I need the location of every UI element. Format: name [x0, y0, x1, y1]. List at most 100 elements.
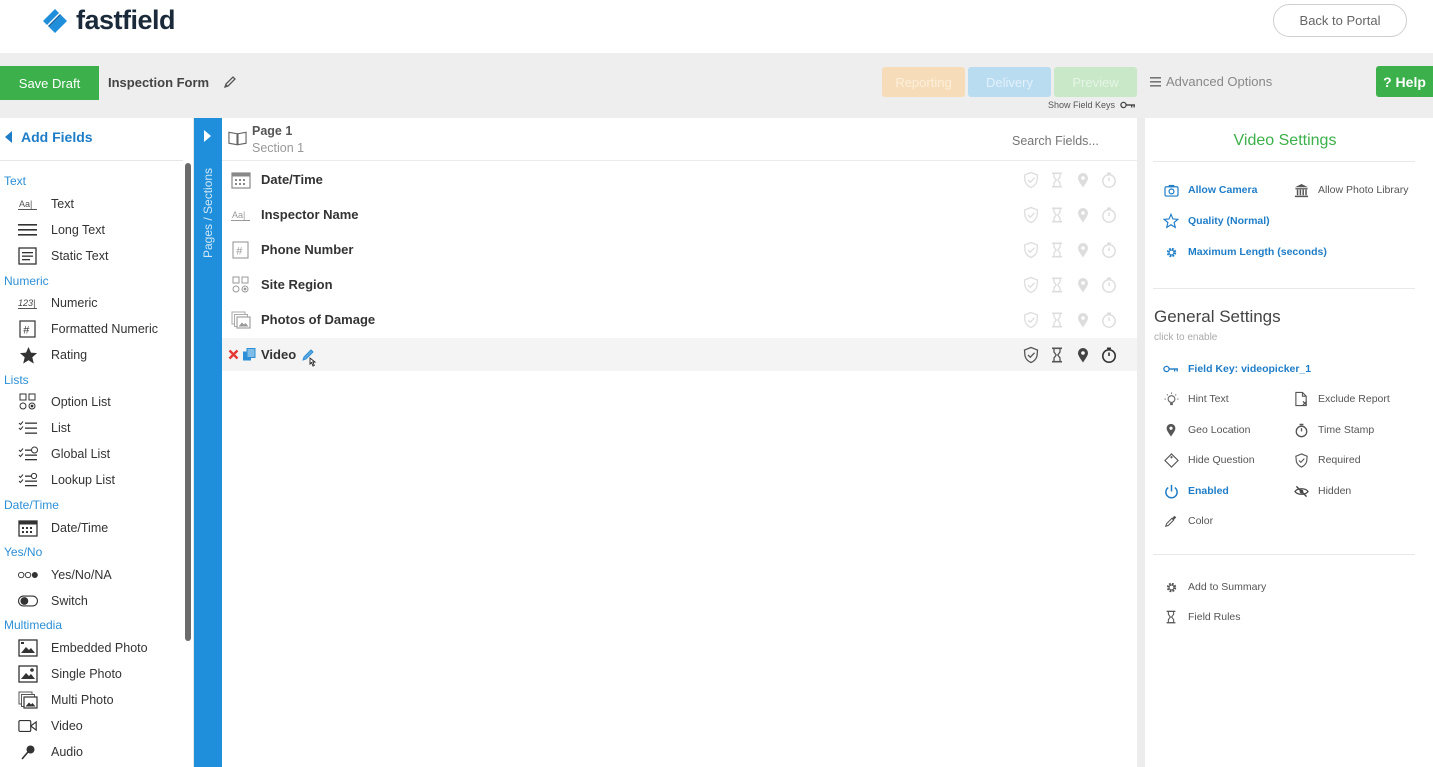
search-fields-input[interactable]	[1012, 134, 1132, 148]
multi-photo-icon	[231, 311, 251, 329]
star-icon	[18, 346, 38, 364]
field-rules-hourglass-icon[interactable]	[1048, 346, 1066, 364]
copy-icon[interactable]	[242, 348, 256, 361]
field-type-numeric[interactable]: 123| Numeric	[18, 293, 98, 313]
allow-camera-option[interactable]: Allow Camera	[1163, 182, 1257, 198]
page-title[interactable]: Page 1	[252, 124, 292, 138]
required-shield-icon[interactable]	[1022, 276, 1040, 294]
field-rules-hourglass-icon[interactable]	[1048, 311, 1066, 329]
form-field-row-selected[interactable]: Video	[222, 338, 1138, 371]
geo-location-option[interactable]: Geo Location	[1163, 422, 1250, 438]
pages-sections-label: Pages / Sections	[201, 167, 215, 258]
pages-sections-strip[interactable]: Pages / Sections	[194, 118, 222, 767]
field-type-text[interactable]: Aa| Text	[18, 194, 74, 214]
form-field-row[interactable]: Aa| Inspector Name	[222, 198, 1138, 231]
back-to-portal-button[interactable]: Back to Portal	[1273, 4, 1407, 37]
field-type-rating[interactable]: Rating	[18, 345, 87, 365]
preview-button[interactable]: Preview	[1054, 67, 1137, 97]
required-shield-icon[interactable]	[1022, 241, 1040, 259]
field-type-option-list[interactable]: Option List	[18, 392, 111, 412]
document-x-icon	[1293, 391, 1309, 407]
field-type-static-text[interactable]: Static Text	[18, 246, 108, 266]
lightbulb-icon	[1163, 391, 1179, 407]
category-multimedia: Multimedia	[4, 618, 63, 632]
exclude-report-option[interactable]: Exclude Report	[1293, 391, 1390, 407]
show-field-keys-toggle[interactable]: Show Field Keys	[1048, 100, 1136, 110]
form-field-row[interactable]: Date/Time	[222, 163, 1138, 196]
edit-pencil-icon[interactable]	[222, 74, 238, 90]
field-rules-hourglass-icon[interactable]	[1048, 276, 1066, 294]
form-field-row[interactable]: # Phone Number	[222, 233, 1138, 266]
timestamp-stopwatch-icon[interactable]	[1100, 311, 1118, 329]
microphone-icon	[18, 743, 38, 761]
geo-location-pin-icon[interactable]	[1074, 241, 1092, 259]
required-option[interactable]: Required	[1293, 452, 1361, 468]
field-type-embedded-photo[interactable]: Embedded Photo	[18, 638, 148, 658]
field-indicator-icons	[1022, 346, 1126, 364]
time-stamp-option[interactable]: Time Stamp	[1293, 422, 1374, 438]
delete-x-icon[interactable]	[228, 349, 239, 360]
help-button[interactable]: ? Help	[1376, 66, 1433, 97]
field-type-datetime[interactable]: Date/Time	[18, 518, 108, 538]
field-key-option[interactable]: Field Key: videopicker_1	[1163, 361, 1311, 377]
field-type-yes-no-na[interactable]: Yes/No/NA	[18, 565, 112, 585]
geo-location-pin-icon[interactable]	[1074, 346, 1092, 364]
field-rules-option[interactable]: Field Rules	[1163, 609, 1241, 625]
hide-question-option[interactable]: Hide Question	[1163, 452, 1255, 468]
geo-location-pin-icon[interactable]	[1074, 206, 1092, 224]
hidden-option[interactable]: Hidden	[1293, 483, 1351, 499]
timestamp-stopwatch-icon[interactable]	[1100, 206, 1118, 224]
field-type-formatted-numeric[interactable]: # Formatted Numeric	[18, 319, 158, 339]
location-pin-icon	[1163, 422, 1179, 438]
geo-location-pin-icon[interactable]	[1074, 311, 1092, 329]
tag-icon	[1163, 452, 1179, 468]
geo-location-pin-icon[interactable]	[1074, 171, 1092, 189]
field-type-label: Rating	[51, 348, 88, 362]
field-type-global-list[interactable]: Global List	[18, 444, 110, 464]
field-rules-hourglass-icon[interactable]	[1048, 206, 1066, 224]
expand-right-icon[interactable]	[204, 130, 211, 142]
field-type-label: Long Text	[51, 223, 105, 237]
timestamp-stopwatch-icon[interactable]	[1100, 346, 1118, 364]
required-shield-icon[interactable]	[1022, 206, 1040, 224]
fastfield-logo[interactable]: fastfield	[40, 5, 176, 36]
required-shield-icon[interactable]	[1022, 346, 1040, 364]
add-to-summary-option[interactable]: Add to Summary	[1163, 579, 1266, 595]
allow-photo-library-option[interactable]: Allow Photo Library	[1293, 182, 1408, 198]
section-title[interactable]: Section 1	[252, 141, 304, 155]
video-camera-icon	[18, 717, 38, 735]
color-option[interactable]: Color	[1163, 513, 1213, 529]
field-rules-hourglass-icon[interactable]	[1048, 171, 1066, 189]
advanced-options-button[interactable]: Advanced Options	[1150, 74, 1272, 89]
max-length-option[interactable]: Maximum Length (seconds)	[1163, 244, 1327, 260]
category-datetime: Date/Time	[4, 498, 59, 512]
field-type-long-text[interactable]: Long Text	[18, 220, 105, 240]
delivery-button[interactable]: Delivery	[968, 67, 1051, 97]
required-shield-icon[interactable]	[1022, 311, 1040, 329]
geo-location-pin-icon[interactable]	[1074, 276, 1092, 294]
field-rules-hourglass-icon[interactable]	[1048, 241, 1066, 259]
left-panel-scrollbar[interactable]	[185, 163, 191, 641]
field-type-lookup-list[interactable]: Lookup List	[18, 470, 115, 490]
timestamp-stopwatch-icon[interactable]	[1100, 276, 1118, 294]
static-text-icon	[18, 247, 38, 265]
form-field-row[interactable]: Site Region	[222, 268, 1138, 301]
add-fields-toggle[interactable]: Add Fields	[5, 129, 93, 145]
save-draft-button[interactable]: Save Draft	[0, 66, 99, 100]
field-type-single-photo[interactable]: Single Photo	[18, 664, 122, 684]
required-shield-icon[interactable]	[1022, 171, 1040, 189]
edit-pencil-icon[interactable]	[301, 347, 319, 367]
hint-text-option[interactable]: Hint Text	[1163, 391, 1229, 407]
form-field-row[interactable]: Photos of Damage	[222, 303, 1138, 336]
field-type-list[interactable]: List	[18, 418, 70, 438]
field-type-video[interactable]: Video	[18, 716, 83, 736]
field-type-multi-photo[interactable]: Multi Photo	[18, 690, 114, 710]
field-type-audio[interactable]: Audio	[18, 742, 83, 762]
timestamp-stopwatch-icon[interactable]	[1100, 241, 1118, 259]
reporting-button[interactable]: Reporting	[882, 67, 965, 97]
timestamp-stopwatch-icon[interactable]	[1100, 171, 1118, 189]
enabled-option[interactable]: Enabled	[1163, 483, 1229, 499]
field-type-switch[interactable]: Switch	[18, 591, 88, 611]
quality-option[interactable]: Quality (Normal)	[1163, 213, 1270, 229]
video-settings-title: Video Settings	[1233, 132, 1337, 149]
